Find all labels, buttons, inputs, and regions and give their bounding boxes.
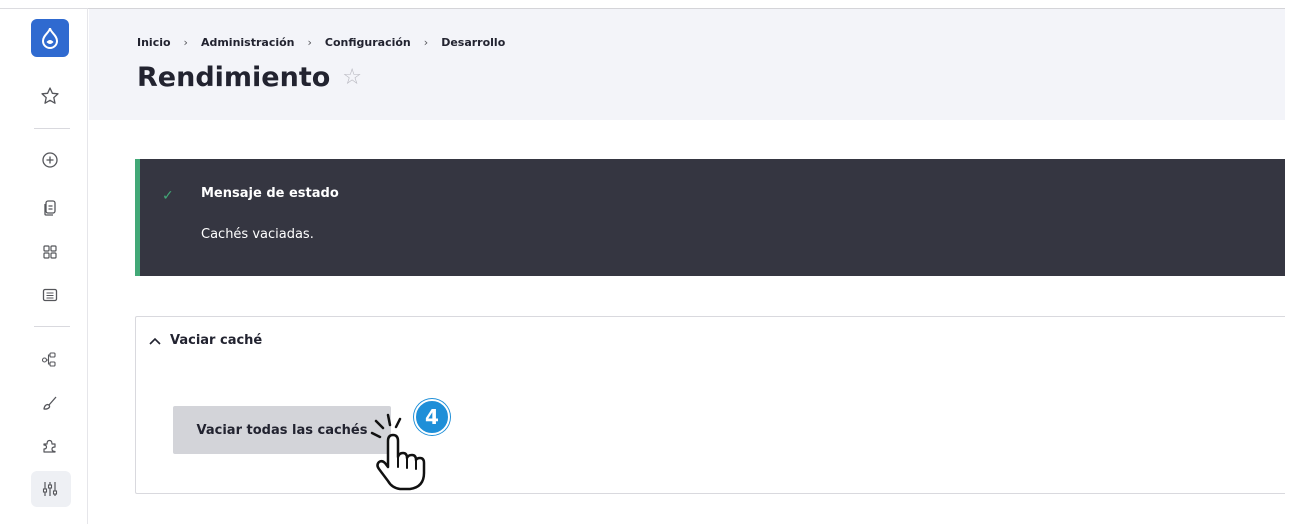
status-message: ✓ Mensaje de estado Cachés vaciadas. xyxy=(135,159,1285,276)
reports-icon[interactable] xyxy=(38,283,62,307)
check-icon: ✓ xyxy=(162,188,174,204)
sidebar-divider xyxy=(34,128,70,129)
status-message-text: Cachés vaciadas. xyxy=(201,227,314,242)
extend-icon[interactable] xyxy=(38,434,62,458)
clear-cache-summary-label: Vaciar caché xyxy=(170,333,263,348)
status-message-title: Mensaje de estado xyxy=(201,186,339,201)
clear-cache-details: Vaciar caché Vaciar todas las cachés xyxy=(135,316,1285,494)
breadcrumb-link-administracion[interactable]: Administración xyxy=(201,36,295,49)
clear-all-caches-button[interactable]: Vaciar todas las cachés xyxy=(173,406,391,454)
breadcrumb-separator: › xyxy=(183,36,188,49)
clear-cache-summary[interactable]: Vaciar caché xyxy=(149,333,262,348)
breadcrumb-separator: › xyxy=(423,36,429,49)
chevron-up-icon xyxy=(149,337,161,345)
star-outline-icon[interactable]: ☆ xyxy=(342,65,362,90)
breadcrumb-link-configuracion[interactable]: Configuración xyxy=(325,36,411,49)
configuration-icon[interactable] xyxy=(38,477,62,501)
page-title: Rendimiento xyxy=(137,62,331,93)
breadcrumb: Inicio › Administración › Configuración … xyxy=(137,36,505,49)
workflow-icon[interactable] xyxy=(38,347,62,371)
sidebar-divider xyxy=(34,326,70,327)
breadcrumb-link-inicio[interactable]: Inicio xyxy=(137,36,171,49)
structure-icon[interactable] xyxy=(38,240,62,264)
drupal-logo-icon[interactable] xyxy=(31,19,69,57)
page-title-row: Rendimiento ☆ xyxy=(137,62,362,93)
appearance-icon[interactable] xyxy=(38,391,62,415)
content-icon[interactable] xyxy=(38,196,62,220)
star-icon[interactable] xyxy=(38,84,62,108)
breadcrumb-separator: › xyxy=(307,36,312,49)
breadcrumb-link-desarrollo[interactable]: Desarrollo xyxy=(441,36,505,49)
add-content-icon[interactable] xyxy=(38,148,62,172)
page-header: Inicio › Administración › Configuración … xyxy=(89,9,1285,120)
hand-pointer-icon xyxy=(370,413,426,491)
